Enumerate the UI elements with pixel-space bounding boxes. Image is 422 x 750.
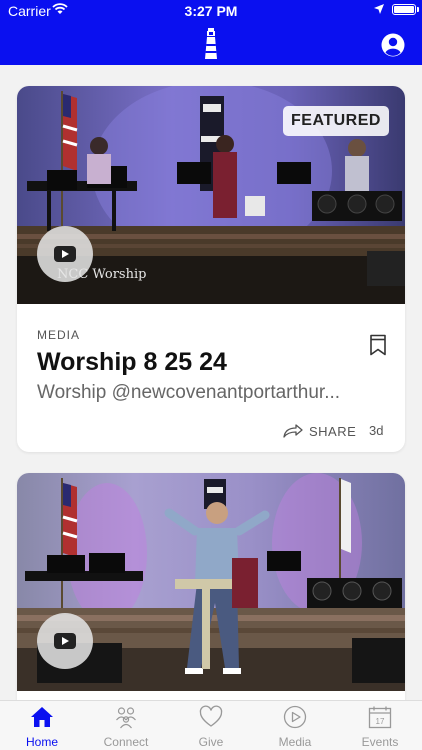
status-time: 3:27 PM [184, 3, 238, 19]
post-age: 3d [369, 423, 384, 438]
bookmark-icon[interactable] [369, 334, 387, 356]
tab-media-label: Media [278, 735, 312, 749]
tab-connect-label: Connect [103, 735, 149, 749]
tab-bar: Home Connect Give Media 17 Events [0, 700, 422, 750]
card-category: MEDIA [37, 328, 81, 342]
youtube-icon [54, 246, 76, 262]
tab-give[interactable]: Give [169, 701, 253, 750]
share-button[interactable]: SHARE [283, 422, 356, 440]
top-bar: Carrier 3:27 PM [0, 0, 422, 65]
battery-icon [392, 4, 416, 15]
video-thumbnail[interactable]: FEATURED NCC Worship [17, 86, 405, 304]
video-watermark: NCC Worship [57, 267, 147, 282]
calendar-day: 17 [376, 717, 385, 726]
status-bar: Carrier 3:27 PM [0, 0, 422, 22]
tab-home[interactable]: Home [0, 701, 84, 750]
featured-badge: FEATURED [283, 106, 389, 136]
home-icon [31, 707, 53, 727]
tab-events[interactable]: 17 Events [338, 701, 422, 750]
video-thumbnail[interactable] [17, 473, 405, 691]
content-feed[interactable]: FEATURED NCC Worship MEDIA Worship 8 25 … [0, 65, 422, 700]
heart-icon [199, 705, 223, 727]
share-arrow-icon [283, 424, 303, 438]
youtube-icon [54, 633, 76, 649]
user-icon[interactable] [381, 33, 405, 57]
share-label: SHARE [309, 423, 357, 439]
card-subtitle: Worship @newcovenantportarthur... [37, 382, 341, 403]
tab-give-label: Give [198, 735, 224, 749]
play-circle-icon [283, 705, 307, 729]
card-title[interactable]: Worship 8 25 24 [37, 348, 227, 377]
feed-card[interactable]: FEATURED NCC Worship MEDIA Worship 8 25 … [17, 86, 405, 452]
card-body[interactable]: MEDIA Worship 8 25 24 Worship @newcovena… [17, 304, 405, 452]
lighthouse-logo-icon[interactable] [200, 26, 222, 60]
tab-connect[interactable]: Connect [84, 701, 168, 750]
calendar-icon: 17 [368, 706, 392, 729]
location-arrow-icon [374, 4, 384, 14]
feed-card[interactable] [17, 473, 405, 700]
play-video-button[interactable] [37, 613, 93, 669]
battery-tip [417, 7, 419, 12]
people-icon [116, 707, 136, 729]
tab-media[interactable]: Media [253, 701, 337, 750]
tab-events-label: Events [361, 735, 399, 749]
tab-home-label: Home [25, 735, 58, 749]
